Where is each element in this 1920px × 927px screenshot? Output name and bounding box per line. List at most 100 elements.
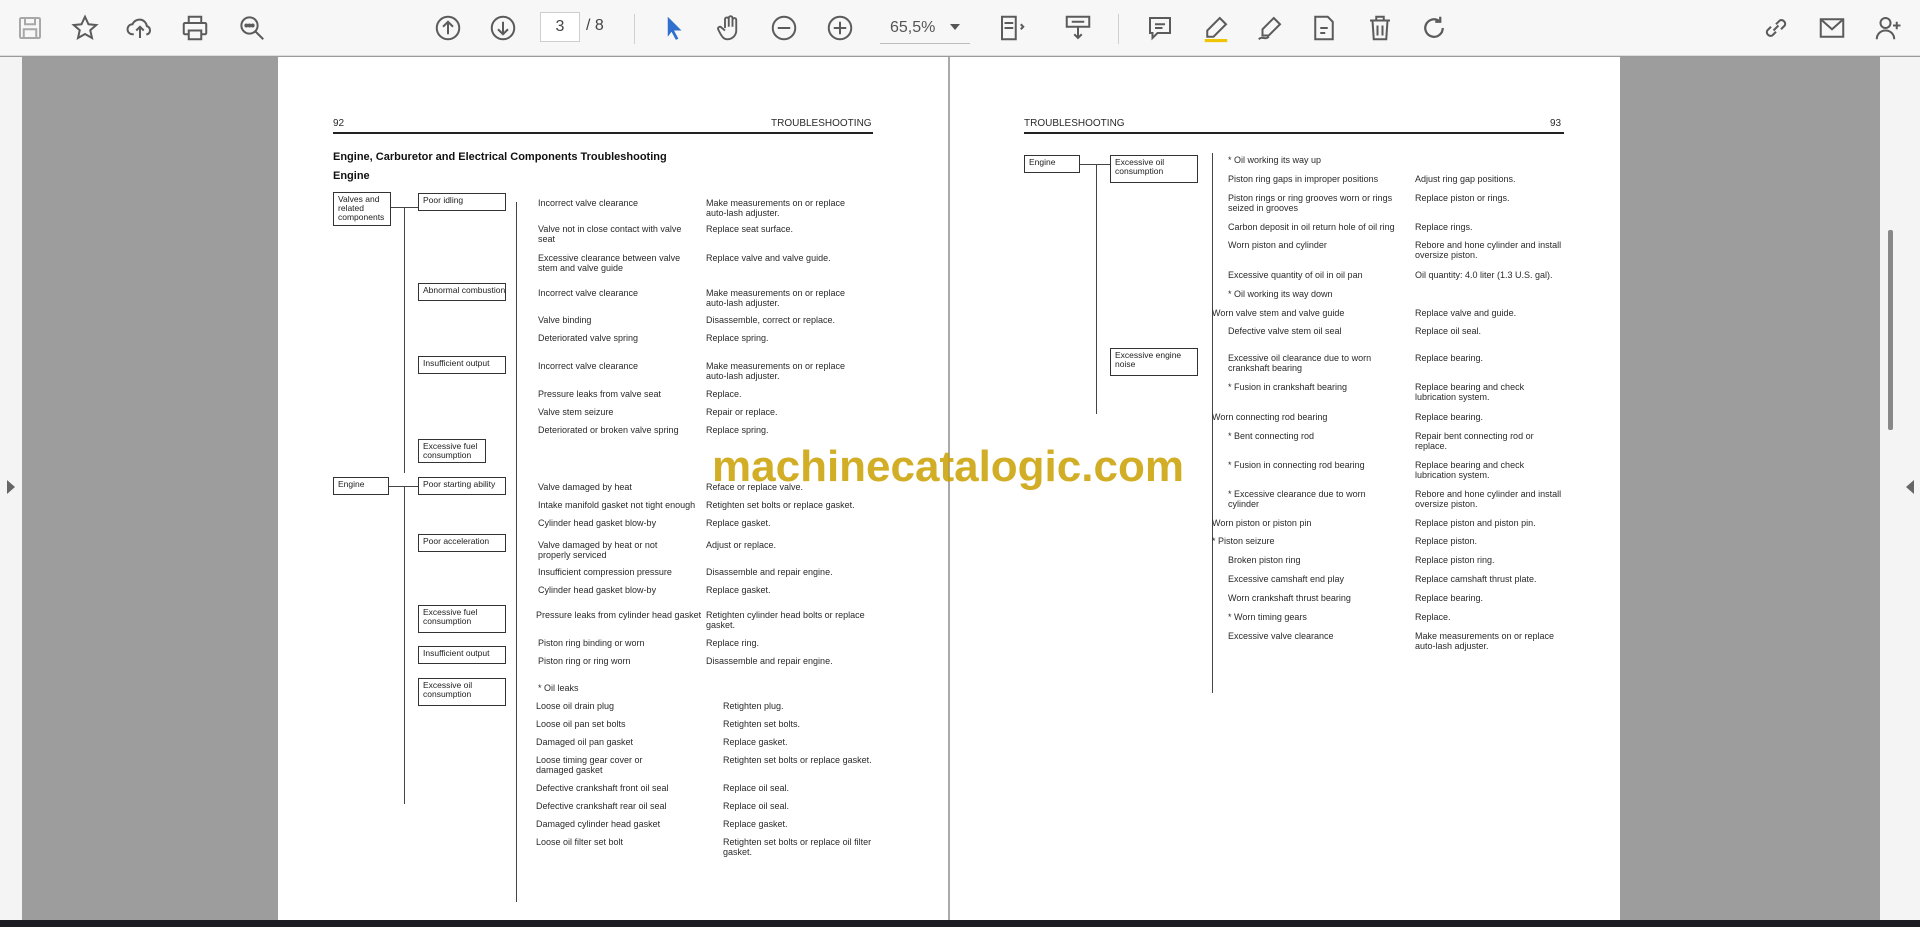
remedy-text: Replace ring.: [706, 638, 760, 648]
bookmark-star-icon[interactable]: [67, 10, 103, 46]
cause-text: Valve damaged by heat or not properly se…: [538, 540, 658, 560]
symptom-box: Poor acceleration: [418, 534, 506, 552]
remedy-text: Retighten set bolts or replace gasket.: [723, 755, 872, 765]
cause-text: * Excessive clearance due to worn cylind…: [1228, 489, 1366, 509]
remedy-text: Replace spring.: [706, 425, 769, 435]
cause-text: Loose oil pan set bolts: [536, 719, 626, 729]
remedy-text: Retighten plug.: [723, 701, 784, 711]
remedy-text: Retighten cylinder head bolts or replace…: [706, 610, 865, 630]
connector-line: [1096, 164, 1097, 414]
rotate-icon[interactable]: [1416, 10, 1452, 46]
comment-icon[interactable]: [1142, 10, 1178, 46]
zoom-search-icon[interactable]: [234, 10, 270, 46]
draw-pen-icon[interactable]: [1252, 10, 1288, 46]
share-link-icon[interactable]: [1758, 10, 1794, 46]
email-icon[interactable]: [1814, 10, 1850, 46]
remedy-text: Replace piston and piston pin.: [1415, 518, 1536, 528]
symptom-box: Excessive fuel consumption: [418, 439, 486, 463]
remedy-text: Replace oil seal.: [723, 801, 790, 811]
connector-line: [516, 202, 517, 902]
cause-text: Intake manifold gasket not tight enough: [538, 500, 696, 510]
zoom-out-icon[interactable]: [766, 10, 802, 46]
remedy-text: Replace camshaft thrust plate.: [1415, 574, 1537, 584]
symptom-box: Insufficient output: [418, 646, 506, 664]
stamp-icon[interactable]: [1306, 10, 1342, 46]
symptom-box: Abnormal combustion: [418, 283, 506, 301]
remedy-text: Replace piston ring.: [1415, 555, 1495, 565]
chevron-down-icon[interactable]: [950, 24, 960, 30]
cause-text: Carbon deposit in oil return hole of oil…: [1228, 222, 1395, 232]
expand-right-panel-icon[interactable]: [1906, 480, 1914, 494]
remedy-text: Rebore and hone cylinder and install ove…: [1415, 240, 1562, 260]
group-box-valves: Valves and related components: [333, 192, 391, 226]
cause-text: Deteriorated or broken valve spring: [538, 425, 679, 435]
toolbar-divider: [634, 14, 635, 44]
section-title: Engine: [333, 170, 370, 182]
cause-text: * Oil working its way down: [1228, 289, 1333, 299]
hand-tool-icon[interactable]: [712, 10, 748, 46]
remedy-text: Disassemble and repair engine.: [706, 567, 833, 577]
symptom-box: Excessive fuel consumption: [418, 605, 506, 633]
group-box-engine: Engine: [333, 477, 389, 495]
remedy-text: Replace valve and valve guide.: [706, 253, 831, 263]
cause-text: Pressure leaks from valve seat: [538, 389, 662, 399]
page-down-icon[interactable]: [485, 10, 521, 46]
page-total: / 8: [586, 17, 604, 34]
delete-icon[interactable]: [1362, 10, 1398, 46]
symptom-box: Poor idling: [418, 193, 506, 211]
cause-text: Valve binding: [538, 315, 592, 325]
add-user-icon[interactable]: [1870, 10, 1906, 46]
cause-text: Valve not in close contact with valve se…: [538, 224, 682, 244]
cause-text: Worn piston and cylinder: [1228, 240, 1327, 250]
symptom-box: Insufficient output: [418, 356, 506, 374]
toolbar-divider: [1118, 14, 1119, 44]
remedy-text: Disassemble and repair engine.: [706, 656, 833, 666]
upload-cloud-icon[interactable]: [122, 10, 158, 46]
cause-text: * Bent connecting rod: [1228, 431, 1315, 441]
connector-line: [1212, 153, 1213, 693]
scrollbar[interactable]: [1888, 230, 1893, 430]
select-cursor-icon[interactable]: [656, 10, 692, 46]
header-rule: [333, 132, 873, 134]
expand-left-panel-icon[interactable]: [7, 480, 15, 494]
remedy-text: Repair or replace.: [706, 407, 778, 417]
cause-text: * Oil leaks: [538, 683, 579, 693]
cause-text: * Oil working its way up: [1228, 155, 1322, 165]
remedy-text: Replace bearing.: [1415, 353, 1484, 363]
page-header: TROUBLESHOOTING: [1024, 118, 1125, 129]
remedy-text: Adjust or replace.: [706, 540, 777, 550]
cause-text: Excessive quantity of oil in oil pan: [1228, 270, 1363, 280]
remedy-text: Replace gasket.: [723, 819, 788, 829]
remedy-text: Disassemble, correct or replace.: [706, 315, 836, 325]
cause-text: Damaged oil pan gasket: [536, 737, 634, 747]
cause-text: Loose oil filter set bolt: [536, 837, 624, 847]
page-title: Engine, Carburetor and Electrical Compon…: [333, 151, 667, 163]
cause-text: * Piston seizure: [1212, 536, 1275, 546]
save-icon[interactable]: [12, 10, 48, 46]
zoom-in-icon[interactable]: [822, 10, 858, 46]
page-up-icon[interactable]: [430, 10, 466, 46]
remedy-text: Replace gasket.: [706, 585, 771, 595]
remedy-text: Make measurements on or replace auto-las…: [1415, 631, 1555, 651]
read-mode-icon[interactable]: [1060, 10, 1096, 46]
remedy-text: Replace oil seal.: [723, 783, 790, 793]
bottom-bar: [0, 920, 1920, 927]
cause-text: Excessive oil clearance due to worn cran…: [1228, 353, 1372, 373]
remedy-text: Replace bearing and check lubrication sy…: [1415, 382, 1525, 402]
symptom-box: Excessive engine noise: [1110, 348, 1198, 376]
remedy-text: Make measurements on or replace auto-las…: [706, 288, 846, 308]
watermark-text: machinecatalogic.com: [712, 442, 1184, 491]
print-icon[interactable]: [177, 10, 213, 46]
right-panel-strip: [1880, 57, 1920, 927]
fit-page-icon[interactable]: [994, 10, 1030, 46]
cause-text: * Fusion in connecting rod bearing: [1228, 460, 1365, 470]
highlight-pen-icon[interactable]: [1198, 10, 1234, 46]
page-number-input[interactable]: 3: [540, 12, 580, 42]
remedy-text: Replace valve and guide.: [1415, 308, 1517, 318]
symptom-box: Excessive oil consumption: [418, 678, 506, 706]
remedy-text: Adjust ring gap positions.: [1415, 174, 1516, 184]
cause-text: Broken piston ring: [1228, 555, 1301, 565]
connector-line: [404, 207, 405, 473]
cause-text: Defective crankshaft rear oil seal: [536, 801, 667, 811]
symptom-box: Poor starting ability: [418, 477, 506, 495]
